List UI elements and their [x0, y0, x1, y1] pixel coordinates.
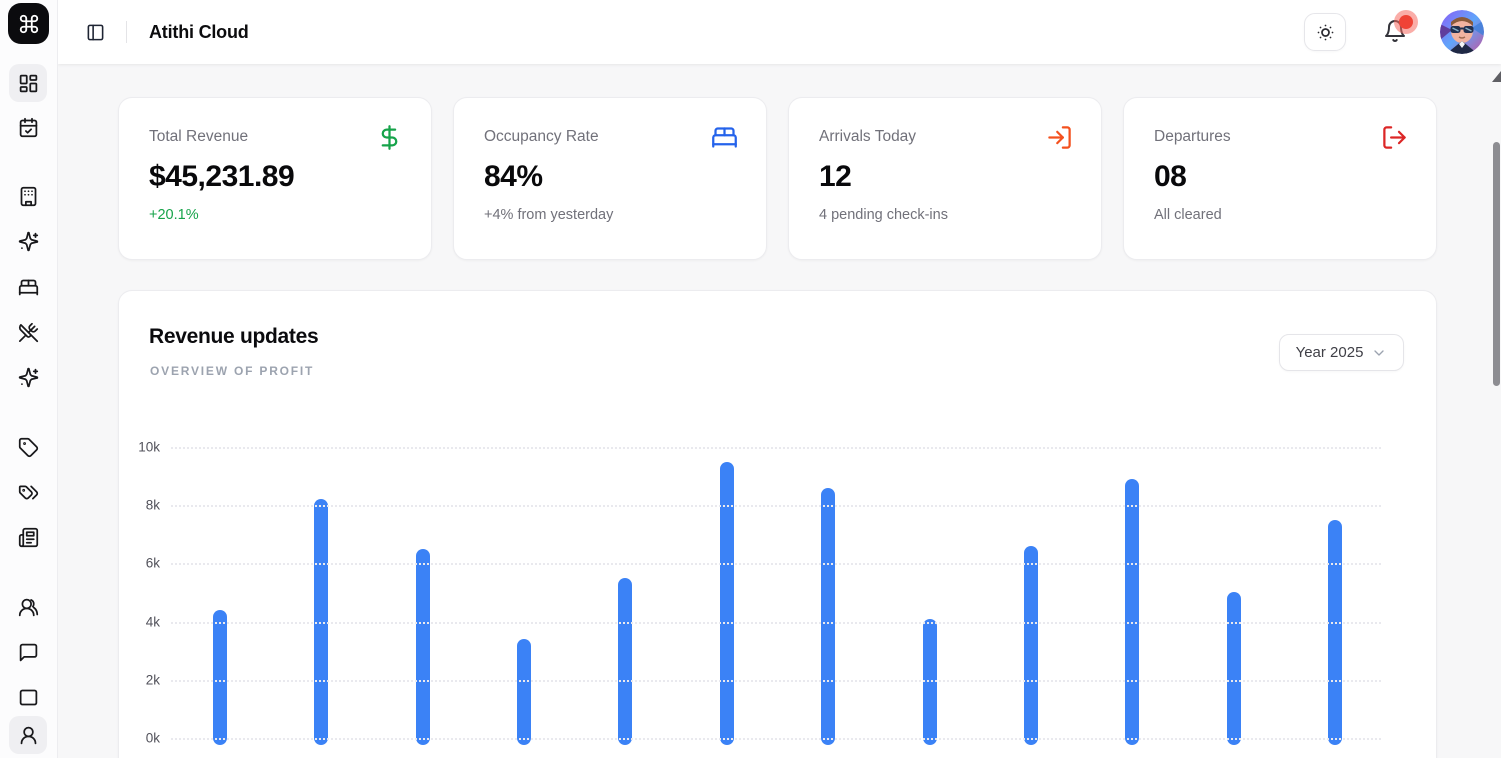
- y-axis-tick: 2k: [120, 672, 160, 687]
- users-icon: [18, 597, 39, 618]
- sidebar-item-dashboard[interactable]: [9, 64, 47, 102]
- tag-icon: [18, 437, 39, 458]
- revenue-bar: [213, 610, 227, 745]
- revenue-bar: [821, 488, 835, 745]
- stat-value: 84%: [484, 160, 736, 194]
- utensils-crossed-icon: [18, 322, 39, 343]
- stat-label: Arrivals Today: [819, 128, 1071, 146]
- bed-icon: [18, 277, 39, 298]
- scroll-up-arrow[interactable]: [1492, 71, 1501, 82]
- scrollbar-thumb[interactable]: [1493, 142, 1500, 386]
- stat-label: Departures: [1154, 128, 1406, 146]
- header-actions: [1304, 10, 1501, 54]
- sidebar-item-ai-services[interactable]: [9, 222, 47, 260]
- stats-row: Total Revenue $45,231.89 +20.1% Occupanc…: [118, 97, 1437, 260]
- revenue-bar: [1024, 546, 1038, 745]
- sidebar-item-pricing[interactable]: [9, 428, 47, 466]
- year-filter-label: Year 2025: [1296, 344, 1364, 361]
- gridline: [171, 505, 1381, 507]
- top-header: Atithi Cloud: [58, 0, 1501, 64]
- revenue-bar: [517, 639, 531, 745]
- y-axis-tick: 8k: [120, 498, 160, 513]
- stat-value: 12: [819, 160, 1071, 194]
- app-title: Atithi Cloud: [149, 22, 249, 43]
- sidebar-item-messages[interactable]: [9, 633, 47, 671]
- sidebar-item-offers[interactable]: [9, 473, 47, 511]
- chart-bars: [213, 447, 1342, 738]
- chart-plot: 10k8k6k4k2k0k: [171, 447, 1381, 738]
- stat-value: 08: [1154, 160, 1406, 194]
- sparkles-2-icon: [18, 367, 39, 388]
- chevron-down-icon: [1371, 345, 1387, 361]
- revenue-bar: [1227, 592, 1241, 745]
- square-icon: [18, 687, 39, 708]
- stat-label: Occupancy Rate: [484, 128, 736, 146]
- gridline: [171, 738, 1381, 740]
- stat-label: Total Revenue: [149, 128, 401, 146]
- dollar-icon: [376, 124, 403, 151]
- sidebar-item-reports[interactable]: [9, 518, 47, 556]
- gridline: [171, 563, 1381, 565]
- y-axis-tick: 4k: [120, 614, 160, 629]
- panel-left-icon: [86, 23, 105, 42]
- sidebar-item-feedback[interactable]: [9, 678, 47, 716]
- main-content: Total Revenue $45,231.89 +20.1% Occupanc…: [58, 64, 1501, 758]
- sun-icon: [1315, 22, 1336, 43]
- app-logo[interactable]: [8, 3, 49, 44]
- revenue-bar: [1125, 479, 1139, 745]
- profile-icon: [18, 725, 39, 746]
- sidebar-item-guests[interactable]: [9, 588, 47, 626]
- y-axis-tick: 6k: [120, 556, 160, 571]
- y-axis-tick: 0k: [120, 731, 160, 746]
- stat-subtext: +20.1%: [149, 207, 401, 223]
- chart-subtitle: OVERVIEW OF PROFIT: [150, 364, 314, 378]
- sidebar-toggle-button[interactable]: [82, 19, 108, 45]
- calendar-check-icon: [18, 117, 39, 138]
- sidebar-item-rooms[interactable]: [9, 268, 47, 306]
- user-avatar[interactable]: [1440, 10, 1484, 54]
- stat-card-occupancy-rate: Occupancy Rate 84% +4% from yesterday: [453, 97, 767, 260]
- year-filter-dropdown[interactable]: Year 2025: [1279, 334, 1404, 371]
- sidebar-item-bookings[interactable]: [9, 108, 47, 146]
- sidebar-item-hotel[interactable]: [9, 177, 47, 215]
- chart-title: Revenue updates: [149, 325, 318, 349]
- revenue-bar: [416, 549, 430, 745]
- bed-icon: [711, 124, 738, 151]
- stat-subtext: +4% from yesterday: [484, 207, 736, 223]
- dashboard-icon: [18, 73, 39, 94]
- gridline: [171, 680, 1381, 682]
- stat-value: $45,231.89: [149, 160, 401, 194]
- revenue-bar: [618, 578, 632, 745]
- theme-toggle-button[interactable]: [1304, 13, 1346, 51]
- stat-card-total-revenue: Total Revenue $45,231.89 +20.1%: [118, 97, 432, 260]
- newspaper-icon: [18, 527, 39, 548]
- revenue-bar: [1328, 520, 1342, 745]
- header-divider: [126, 21, 127, 43]
- vertical-scrollbar: [1491, 64, 1501, 758]
- gridline: [171, 622, 1381, 624]
- log-out-icon: [1381, 124, 1408, 151]
- notification-badge-dot: [1399, 15, 1413, 29]
- command-icon: [18, 13, 40, 35]
- stat-card-departures: Departures 08 All cleared: [1123, 97, 1437, 260]
- sidebar-item-restaurant[interactable]: [9, 313, 47, 351]
- message-square-icon: [18, 642, 39, 663]
- tags-icon: [18, 482, 39, 503]
- gridline: [171, 447, 1381, 449]
- y-axis-tick: 10k: [120, 440, 160, 455]
- hotel-building-icon: [18, 186, 39, 207]
- sidebar: [0, 0, 58, 758]
- revenue-chart-card: Revenue updates OVERVIEW OF PROFIT Year …: [118, 290, 1437, 758]
- revenue-bar: [923, 619, 937, 745]
- log-in-icon: [1046, 124, 1073, 151]
- sparkles-icon: [18, 231, 39, 252]
- stat-subtext: All cleared: [1154, 207, 1406, 223]
- stat-subtext: 4 pending check-ins: [819, 207, 1071, 223]
- sidebar-item-concierge-ai[interactable]: [9, 358, 47, 396]
- notifications-button[interactable]: [1383, 19, 1409, 45]
- stat-card-arrivals-today: Arrivals Today 12 4 pending check-ins: [788, 97, 1102, 260]
- sidebar-item-profile[interactable]: [9, 716, 47, 754]
